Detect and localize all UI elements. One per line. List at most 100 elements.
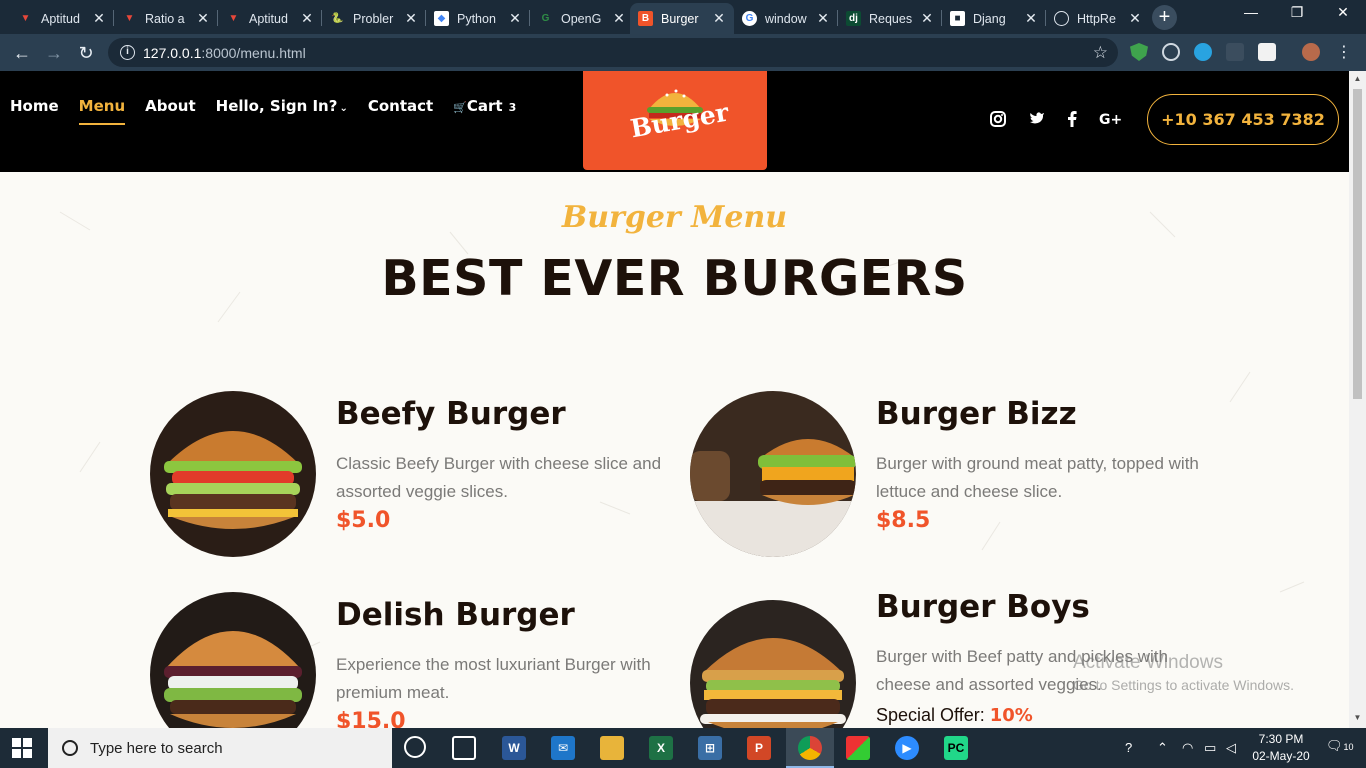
volume-icon[interactable]: ◁ bbox=[1226, 740, 1236, 756]
item-price: $5.0 bbox=[336, 508, 391, 533]
phone-button[interactable]: +10 367 453 7382 bbox=[1147, 94, 1339, 145]
word-icon[interactable]: W bbox=[502, 736, 526, 760]
v-icon: ▼ bbox=[20, 13, 31, 24]
notification-icon[interactable]: 🗨10 bbox=[1326, 738, 1354, 754]
windows-start-icon[interactable] bbox=[12, 738, 32, 758]
close-tab-icon[interactable]: ✕ bbox=[92, 10, 106, 27]
task-view-icon[interactable] bbox=[452, 736, 476, 760]
activation-watermark-title: Activate Windows bbox=[1073, 652, 1223, 673]
new-tab-button[interactable]: + bbox=[1152, 5, 1177, 30]
v-icon: ▼ bbox=[124, 13, 135, 24]
zoom-icon[interactable]: ▶ bbox=[895, 736, 919, 760]
google-plus-icon[interactable]: G+ bbox=[1098, 111, 1124, 132]
google-icon: G bbox=[742, 11, 757, 26]
file-explorer-icon[interactable] bbox=[600, 736, 624, 760]
close-tab-icon[interactable]: ✕ bbox=[920, 10, 934, 27]
item-price: $15.0 bbox=[336, 709, 406, 728]
powerpoint-icon[interactable]: P bbox=[747, 736, 771, 760]
more-menu-icon[interactable]: ⋮ bbox=[1330, 39, 1358, 67]
item-description: Burger with ground meat patty, topped wi… bbox=[876, 454, 1199, 501]
notification-count: 10 bbox=[1343, 742, 1354, 752]
svg-text:G+: G+ bbox=[1099, 112, 1122, 127]
site-info-icon[interactable]: i bbox=[120, 45, 135, 60]
chevron-up-icon[interactable]: ⌃ bbox=[1157, 740, 1168, 756]
back-arrow-icon[interactable]: ← bbox=[8, 39, 36, 67]
browser-tab-active[interactable]: B Burger ✕ bbox=[630, 3, 734, 34]
block-extension-icon[interactable] bbox=[1162, 43, 1180, 61]
browser-toolbar: ← → ↻ i 127.0.0.1:8000/menu.html ☆ ⋮ bbox=[0, 34, 1366, 71]
django-icon: dj bbox=[846, 11, 861, 26]
close-tab-icon[interactable]: ✕ bbox=[508, 10, 522, 27]
instagram-icon[interactable] bbox=[988, 111, 1008, 132]
browser-tab[interactable]: ▼ Aptitud ✕ bbox=[10, 3, 114, 34]
browser-tab[interactable]: HttpRe ✕ bbox=[1046, 3, 1150, 34]
close-tab-icon[interactable]: ✕ bbox=[1128, 10, 1142, 27]
nav-contact[interactable]: Contact bbox=[368, 97, 433, 125]
mail-icon[interactable]: ✉ bbox=[551, 736, 575, 760]
cortana-icon[interactable] bbox=[404, 736, 426, 758]
browser-tab[interactable]: ▼ Ratio a ✕ bbox=[114, 3, 218, 34]
close-tab-icon[interactable]: ✕ bbox=[404, 10, 418, 27]
site-logo[interactable]: Burger bbox=[583, 71, 767, 170]
site-header: Home Menu About Hello, Sign In? ⌄ Contact… bbox=[0, 71, 1349, 172]
nav-home[interactable]: Home bbox=[10, 97, 59, 125]
nav-cart[interactable]: 🛒Cart 3 bbox=[453, 97, 516, 125]
facebook-icon[interactable] bbox=[1062, 111, 1082, 132]
system-clock[interactable]: 7:30 PM 02-May-20 bbox=[1250, 731, 1312, 765]
chevron-down-icon: ⌄ bbox=[339, 103, 348, 114]
address-bar[interactable]: i 127.0.0.1:8000/menu.html ☆ bbox=[108, 38, 1118, 67]
chrome-icon[interactable] bbox=[798, 736, 822, 760]
shield-extension-icon[interactable] bbox=[1130, 43, 1148, 61]
excel-icon[interactable]: X bbox=[649, 736, 673, 760]
gfg-icon: G bbox=[541, 13, 550, 24]
activation-watermark-text: Go to Settings to activate Windows. bbox=[1073, 677, 1294, 693]
close-tab-icon[interactable]: ✕ bbox=[712, 10, 726, 27]
scroll-up-icon[interactable]: ▲ bbox=[1353, 74, 1362, 83]
burger-photo bbox=[690, 600, 856, 728]
browser-tab[interactable]: G OpenG ✕ bbox=[530, 3, 634, 34]
battery-icon[interactable]: ▭ bbox=[1204, 740, 1216, 756]
close-tab-icon[interactable]: ✕ bbox=[612, 10, 626, 27]
twitter-icon[interactable] bbox=[1027, 111, 1047, 130]
diamond-icon: ◆ bbox=[434, 11, 449, 26]
restore-button[interactable]: ❐ bbox=[1274, 4, 1320, 21]
scroll-down-icon[interactable]: ▼ bbox=[1353, 713, 1362, 722]
pycharm-icon[interactable]: PC bbox=[944, 736, 968, 760]
nav-about[interactable]: About bbox=[145, 97, 196, 125]
page-scrollbar[interactable]: ▲ ▼ bbox=[1349, 71, 1366, 728]
menu-section: Burger Menu BEST EVER BURGERS Beefy Burg… bbox=[0, 172, 1349, 728]
text-extension-icon[interactable] bbox=[1258, 43, 1276, 61]
item-name: Delish Burger bbox=[336, 597, 575, 633]
profile-avatar[interactable] bbox=[1302, 43, 1320, 61]
taskbar-search[interactable]: Type here to search bbox=[48, 728, 392, 768]
reload-icon[interactable]: ↻ bbox=[72, 39, 100, 67]
browser-tab[interactable]: dj Reques ✕ bbox=[838, 3, 942, 34]
help-icon[interactable]: ? bbox=[1125, 740, 1132, 755]
browser-tab[interactable]: ■ Djang ✕ bbox=[942, 3, 1046, 34]
close-window-button[interactable]: ✕ bbox=[1320, 4, 1366, 21]
minimize-button[interactable]: — bbox=[1228, 4, 1274, 20]
wifi-icon[interactable]: ◠ bbox=[1182, 740, 1193, 756]
browser-tab[interactable]: ◆ Python ✕ bbox=[426, 3, 530, 34]
browser-tab[interactable]: G window ✕ bbox=[734, 3, 838, 34]
close-tab-icon[interactable]: ✕ bbox=[300, 10, 314, 27]
menu-item: Beefy Burger Classic Beefy Burger with c… bbox=[150, 391, 670, 561]
scroll-thumb[interactable] bbox=[1353, 89, 1362, 399]
browser-tab[interactable]: 🐍 Probler ✕ bbox=[322, 3, 426, 34]
app-icon[interactable] bbox=[846, 736, 870, 760]
section-subtitle: Burger Menu bbox=[561, 200, 788, 235]
close-tab-icon[interactable]: ✕ bbox=[1024, 10, 1038, 27]
nav-account[interactable]: Hello, Sign In? ⌄ bbox=[216, 97, 348, 125]
store-icon[interactable]: ⊞ bbox=[698, 736, 722, 760]
menu-item: Burger Bizz Burger with ground meat patt… bbox=[690, 391, 1210, 561]
close-tab-icon[interactable]: ✕ bbox=[816, 10, 830, 27]
chat-extension-icon[interactable] bbox=[1194, 43, 1212, 61]
bookmark-star-icon[interactable]: ☆ bbox=[1093, 43, 1108, 63]
browser-tab[interactable]: ▼ Aptitud ✕ bbox=[218, 3, 322, 34]
forward-arrow-icon[interactable]: → bbox=[40, 39, 68, 67]
search-icon bbox=[62, 740, 78, 756]
browser-tabstrip: ▼ Aptitud ✕ ▼ Ratio a ✕ ▼ Aptitud ✕ 🐍 Pr… bbox=[0, 0, 1366, 34]
close-tab-icon[interactable]: ✕ bbox=[196, 10, 210, 27]
nav-menu[interactable]: Menu bbox=[78, 97, 126, 125]
pdf-extension-icon[interactable] bbox=[1226, 43, 1244, 61]
